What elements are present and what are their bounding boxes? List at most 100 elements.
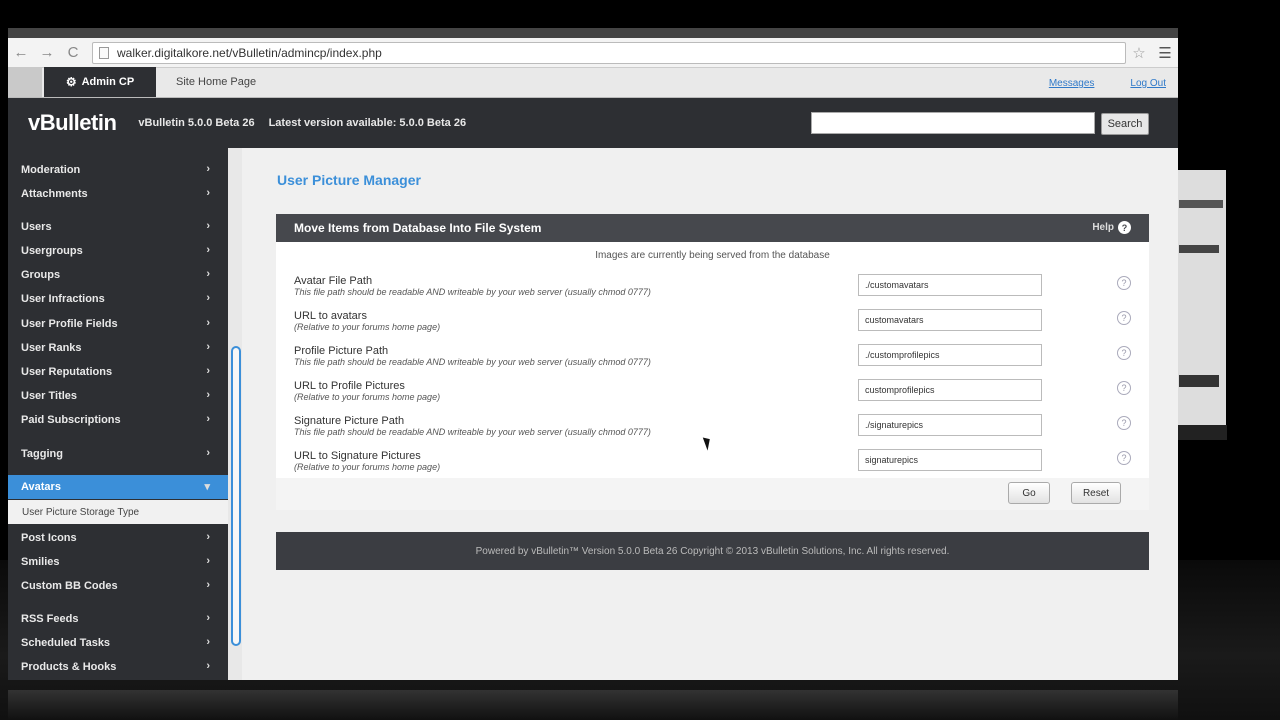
sidebar-item-label: Paid Subscriptions: [21, 414, 121, 426]
search-button[interactable]: Search: [1101, 113, 1149, 135]
tab-site-home-page[interactable]: Site Home Page: [156, 67, 276, 97]
chevron-right-icon: ›: [206, 579, 210, 591]
sidebar-item[interactable]: Paid Subscriptions ›: [8, 408, 228, 432]
sidebar-item-label: Products & Hooks: [21, 661, 117, 673]
sidebar-item-label: User Infractions: [21, 293, 105, 305]
sidebar-subitem-user-picture-storage-type[interactable]: User Picture Storage Type: [8, 500, 228, 524]
help-icon[interactable]: ?: [1117, 276, 1131, 290]
sidebar-item[interactable]: User Profile Fields ›: [8, 312, 228, 336]
sidebar-item[interactable]: Attachments ›: [8, 182, 228, 206]
chevron-right-icon: ›: [206, 555, 210, 567]
chevron-right-icon: ›: [206, 187, 210, 199]
sidebar-item[interactable]: User Ranks ›: [8, 336, 228, 360]
sidebar-item-label: RSS Feeds: [21, 613, 79, 625]
chevron-right-icon: ›: [206, 244, 210, 256]
help-link[interactable]: Help ?: [1092, 221, 1131, 234]
chevron-right-icon: ›: [206, 636, 210, 648]
page-title: User Picture Manager: [277, 172, 421, 188]
chevron-right-icon: ›: [206, 292, 210, 304]
address-bar[interactable]: walker.digitalkore.net/vBulletin/admincp…: [92, 41, 1126, 64]
go-button[interactable]: Go: [1008, 482, 1050, 504]
search-input[interactable]: [811, 112, 1095, 134]
sidebar-item-label: User Ranks: [21, 342, 82, 354]
sidebar-item[interactable]: RSS Feeds ›: [8, 607, 228, 631]
version-text: vBulletin 5.0.0 Beta 26: [138, 117, 255, 129]
panel-title: Move Items from Database Into File Syste…: [294, 221, 542, 235]
chevron-right-icon: ›: [206, 612, 210, 624]
chevron-right-icon: ›: [206, 341, 210, 353]
help-icon[interactable]: ?: [1117, 451, 1131, 465]
top-links: Messages Log Out: [1049, 78, 1166, 89]
sidebar-item-label: Moderation: [21, 164, 81, 176]
setting-input[interactable]: [858, 274, 1042, 296]
chevron-right-icon: ›: [206, 220, 210, 232]
setting-description: (Relative to your forums home page): [294, 392, 441, 402]
setting-label: URL to Profile Pictures: [294, 380, 405, 392]
chevron-right-icon: ›: [206, 268, 210, 280]
admin-header: vBulletin vBulletin 5.0.0 Beta 26 Latest…: [8, 98, 1178, 148]
messages-link[interactable]: Messages: [1049, 78, 1095, 89]
reset-button[interactable]: Reset: [1071, 482, 1121, 504]
browser-menu-icon[interactable]: ☰: [1152, 44, 1178, 62]
chevron-right-icon: ›: [206, 660, 210, 672]
setting-input[interactable]: [858, 449, 1042, 471]
sidebar-item-label: Scheduled Tasks: [21, 637, 111, 649]
sidebar-item[interactable]: User Reputations ›: [8, 360, 228, 384]
sidebar-item[interactable]: Moderation ›: [8, 158, 228, 182]
sidebar-item[interactable]: Avatars ▾: [8, 475, 228, 499]
reload-icon[interactable]: C: [60, 44, 86, 61]
sidebar-item[interactable]: Scheduled Tasks ›: [8, 631, 228, 655]
latest-version-text: Latest version available: 5.0.0 Beta 26: [268, 117, 467, 129]
sidebar-item-label: Users: [21, 221, 52, 233]
bookmark-star-icon[interactable]: ☆: [1126, 44, 1152, 62]
sidebar-item[interactable]: User Titles ›: [8, 384, 228, 408]
sidebar-item[interactable]: Tagging ›: [8, 442, 228, 466]
settings-row: Avatar File Path This file path should be…: [276, 274, 1149, 309]
settings-row: Profile Picture Path This file path shoul…: [276, 344, 1149, 379]
copyright-footer: Powered by vBulletin™ Version 5.0.0 Beta…: [276, 532, 1149, 570]
gear-icon: ⚙: [65, 75, 77, 89]
chevron-right-icon: ›: [206, 447, 210, 459]
sidebar-item[interactable]: Usergroups ›: [8, 239, 228, 263]
window-reflection: [8, 690, 1178, 720]
background-window-thumbnail: [1176, 170, 1227, 440]
chevron-right-icon: ›: [206, 365, 210, 377]
help-icon[interactable]: ?: [1117, 416, 1131, 430]
setting-input[interactable]: [858, 309, 1042, 331]
sidebar-item[interactable]: Custom BB Codes ›: [8, 574, 228, 598]
chevron-right-icon: ›: [206, 163, 210, 175]
setting-input[interactable]: [858, 414, 1042, 436]
sidebar-item[interactable]: Smilies ›: [8, 550, 228, 574]
sidebar-item[interactable]: Groups ›: [8, 263, 228, 287]
sidebar-item[interactable]: Users ›: [8, 215, 228, 239]
sidebar-scrollbar-thumb[interactable]: [231, 346, 241, 646]
log-out-link[interactable]: Log Out: [1130, 78, 1166, 89]
help-icon[interactable]: ?: [1117, 381, 1131, 395]
help-icon[interactable]: ?: [1117, 346, 1131, 360]
browser-toolbar: ← → C walker.digitalkore.net/vBulletin/a…: [8, 38, 1178, 68]
sidebar-item-label: Attachments: [21, 188, 88, 200]
screen: ← → C walker.digitalkore.net/vBulletin/a…: [0, 0, 1280, 720]
sidebar-item[interactable]: Products & Hooks ›: [8, 655, 228, 679]
sidebar-item-label: Post Icons: [21, 532, 77, 544]
back-arrow-icon[interactable]: ←: [8, 44, 34, 61]
setting-description: This file path should be readable AND wr…: [294, 357, 651, 367]
setting-label: URL to Signature Pictures: [294, 450, 421, 462]
chevron-right-icon: ›: [206, 317, 210, 329]
setting-label: Avatar File Path: [294, 275, 373, 287]
settings-row: Signature Picture Path This file path sho…: [276, 414, 1149, 449]
settings-row: URL to Profile Pictures (Relative to your…: [276, 379, 1149, 414]
setting-label: URL to avatars: [294, 310, 367, 322]
forward-arrow-icon[interactable]: →: [34, 44, 60, 61]
browser-window: ← → C walker.digitalkore.net/vBulletin/a…: [8, 28, 1178, 680]
vbulletin-logo: vBulletin: [28, 110, 117, 135]
sidebar-item[interactable]: User Infractions ›: [8, 287, 228, 311]
settings-row: URL to avatars (Relative to your forums h…: [276, 309, 1149, 344]
sidebar-item[interactable]: Post Icons ›: [8, 526, 228, 550]
help-icon[interactable]: ?: [1117, 311, 1131, 325]
tab-admin-cp[interactable]: ⚙ Admin CP: [44, 67, 156, 97]
setting-input[interactable]: [858, 379, 1042, 401]
setting-label: Profile Picture Path: [294, 345, 389, 357]
url-text: walker.digitalkore.net/vBulletin/admincp…: [117, 45, 382, 60]
setting-input[interactable]: [858, 344, 1042, 366]
